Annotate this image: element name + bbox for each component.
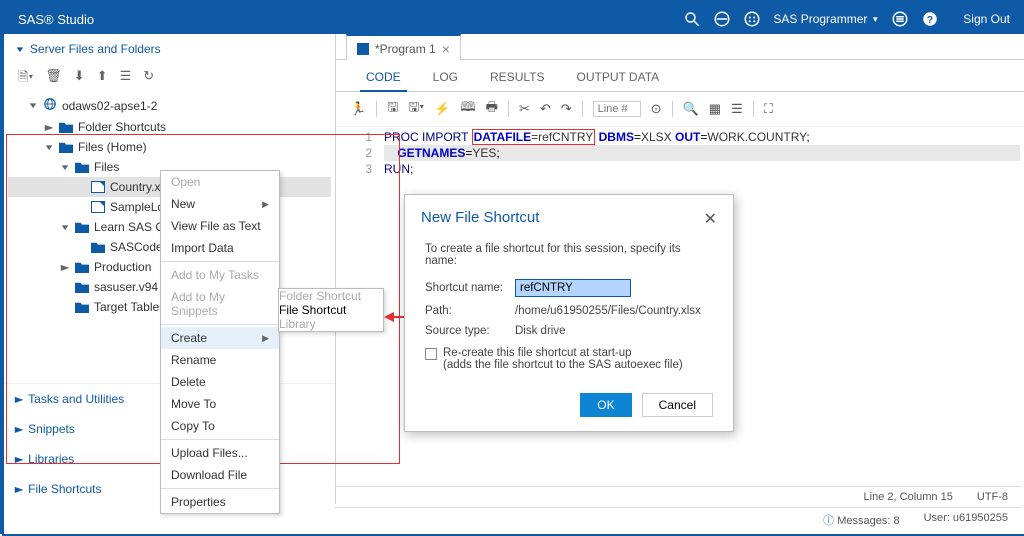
tree-item[interactable]: ▼Files (Home) (8, 137, 331, 157)
ok-button[interactable]: OK (580, 393, 631, 417)
menu-add-to-my-snippets: Add to My Snippets (161, 286, 279, 322)
recreate-label: Re-create this file shortcut at start-up (443, 347, 632, 359)
close-icon[interactable]: ✕ (704, 209, 717, 229)
summary-icon[interactable]: 🕮 (460, 98, 475, 120)
subtab-code[interactable]: CODE (360, 66, 407, 92)
undo-icon[interactable]: ↶ (540, 101, 551, 117)
close-icon[interactable]: × (442, 43, 450, 55)
submenu-folder-shortcut: Folder Shortcut (279, 289, 383, 303)
help-icon[interactable]: ? (921, 10, 939, 28)
menu-rename[interactable]: Rename (161, 349, 279, 371)
path-label: Path: (425, 305, 515, 317)
code-body[interactable]: PROC IMPORT DATAFILE=refCNTRY DBMS=XLSX … (380, 127, 1024, 179)
open-icon[interactable] (713, 10, 731, 28)
cancel-button[interactable]: Cancel (642, 393, 713, 417)
menu-add-to-my-tasks: Add to My Tasks (161, 264, 279, 286)
menu-move-to[interactable]: Move To (161, 393, 279, 415)
encoding: UTF-8 (977, 491, 1008, 503)
subtab-results[interactable]: RESULTS (484, 66, 550, 91)
editor-toolbar: 🏃 🖫 🖫▾ ⚡ 🕮 🖶 ✂ ↶ ↷ ⊙ 🔍 ▦ ☰ ⛶ (336, 92, 1024, 127)
more-icon[interactable] (891, 10, 909, 28)
recreate-sub: (adds the file shortcut to the SAS autoe… (443, 359, 683, 371)
header-icons: SAS Programmer ▼ ? Sign Out (683, 10, 1010, 28)
path-value: /home/u61950255/Files/Country.xlsx (515, 305, 701, 317)
checkbox-box[interactable] (425, 348, 437, 360)
cut-icon[interactable]: ✂ (519, 101, 530, 117)
new-icon[interactable] (743, 10, 761, 28)
shortcut-name-input[interactable] (515, 279, 631, 297)
code-line-2: GETNAMES=YES; (384, 145, 1020, 161)
line-input[interactable] (593, 101, 641, 117)
submenu-file-shortcut[interactable]: File Shortcut (279, 303, 383, 317)
recreate-checkbox[interactable]: Re-create this file shortcut at start-up… (425, 347, 713, 371)
search-icon[interactable] (683, 10, 701, 28)
dialog-desc: To create a file shortcut for this sessi… (425, 243, 713, 267)
svg-text:?: ? (927, 14, 933, 26)
dialog-new-file-shortcut: New File Shortcut ✕ To create a file sho… (404, 194, 734, 432)
tab-program1[interactable]: *Program 1 × (346, 34, 461, 60)
status-bar: Line 2, Column 15 UTF-8 ⓘ Messages: 8 Us… (334, 486, 1022, 532)
gutter: 123 (336, 127, 380, 179)
source-label: Source type: (425, 325, 515, 337)
download-icon[interactable]: ⬇ (74, 68, 85, 90)
user-info: User: u61950255 (924, 512, 1008, 528)
upload-icon[interactable]: ⬆ (97, 68, 108, 90)
run-icon[interactable]: 🏃 (350, 101, 366, 117)
app-title: SAS® Studio (18, 12, 94, 27)
clear-icon[interactable]: ▦ (709, 101, 721, 117)
goto-icon[interactable]: ⊙ (651, 101, 662, 117)
exec-icon[interactable]: ⚡ (434, 101, 450, 117)
print-icon[interactable]: 🖶 (486, 98, 498, 120)
menu-download-file[interactable]: Download File (161, 464, 279, 486)
subtab-output data[interactable]: OUTPUT DATA (570, 66, 665, 91)
menu-open: Open (161, 171, 279, 193)
save-icon[interactable]: 🖫 (387, 98, 398, 120)
maximize-icon[interactable]: ⛶ (764, 101, 773, 117)
context-submenu: Folder ShortcutFile ShortcutLibrary (278, 288, 384, 332)
context-menu: OpenNew▶View File as TextImport Data Add … (160, 170, 280, 514)
dialog-title: New File Shortcut (421, 209, 539, 229)
cursor-pos: Line 2, Column 15 (864, 491, 953, 503)
code-line-3: RUN; (384, 161, 1020, 177)
menu-copy-to[interactable]: Copy To (161, 415, 279, 437)
tab-label: *Program 1 (375, 42, 436, 56)
user-menu[interactable]: SAS Programmer ▼ (773, 12, 879, 26)
tab-bar: *Program 1 × (336, 34, 1024, 60)
code-line-1: PROC IMPORT DATAFILE=refCNTRY DBMS=XLSX … (384, 129, 1020, 145)
menu-delete[interactable]: Delete (161, 371, 279, 393)
tree-item[interactable]: ▶Folder Shortcuts (8, 117, 331, 137)
menu-create[interactable]: Create▶ (161, 327, 279, 349)
program-icon (357, 43, 369, 55)
menu-upload-files-[interactable]: Upload Files... (161, 442, 279, 464)
signout-link[interactable]: Sign Out (963, 12, 1010, 26)
source-value: Disk drive (515, 325, 565, 337)
subtab-log[interactable]: LOG (427, 66, 464, 91)
props-icon[interactable]: ☰ (120, 68, 132, 90)
refresh-icon[interactable]: ↻ (143, 68, 154, 90)
find-icon[interactable]: 🔍 (683, 101, 699, 117)
new-file-icon[interactable]: 🗎▾ (18, 68, 33, 90)
saveas-icon[interactable]: 🖫▾ (408, 98, 424, 120)
sidebar-section-files[interactable]: Server Files and Folders (4, 34, 335, 64)
menu-properties[interactable]: Properties (161, 491, 279, 513)
shortcut-name-label: Shortcut name: (425, 282, 515, 294)
menu-import-data[interactable]: Import Data (161, 237, 279, 259)
submenu-library: Library (279, 317, 383, 331)
app-header: SAS® Studio SAS Programmer ▼ ? Sign Out (4, 4, 1024, 34)
menu-view-file-as-text[interactable]: View File as Text (161, 215, 279, 237)
menu-new[interactable]: New▶ (161, 193, 279, 215)
sidebar-toolbar: 🗎▾ 🗑 ⬇ ⬆ ☰ ↻ (4, 64, 335, 94)
redo-icon[interactable]: ↷ (561, 101, 572, 117)
format-icon[interactable]: ☰ (731, 101, 743, 117)
subtab-bar: CODE LOG RESULTS OUTPUT DATA (336, 60, 1024, 92)
tree-root[interactable]: ▼odaws02-apse1-2 (8, 94, 331, 117)
messages[interactable]: ⓘ Messages: 8 (823, 512, 899, 528)
delete-icon[interactable]: 🗑 (45, 68, 62, 90)
code-editor[interactable]: 123 PROC IMPORT DATAFILE=refCNTRY DBMS=X… (336, 127, 1024, 179)
